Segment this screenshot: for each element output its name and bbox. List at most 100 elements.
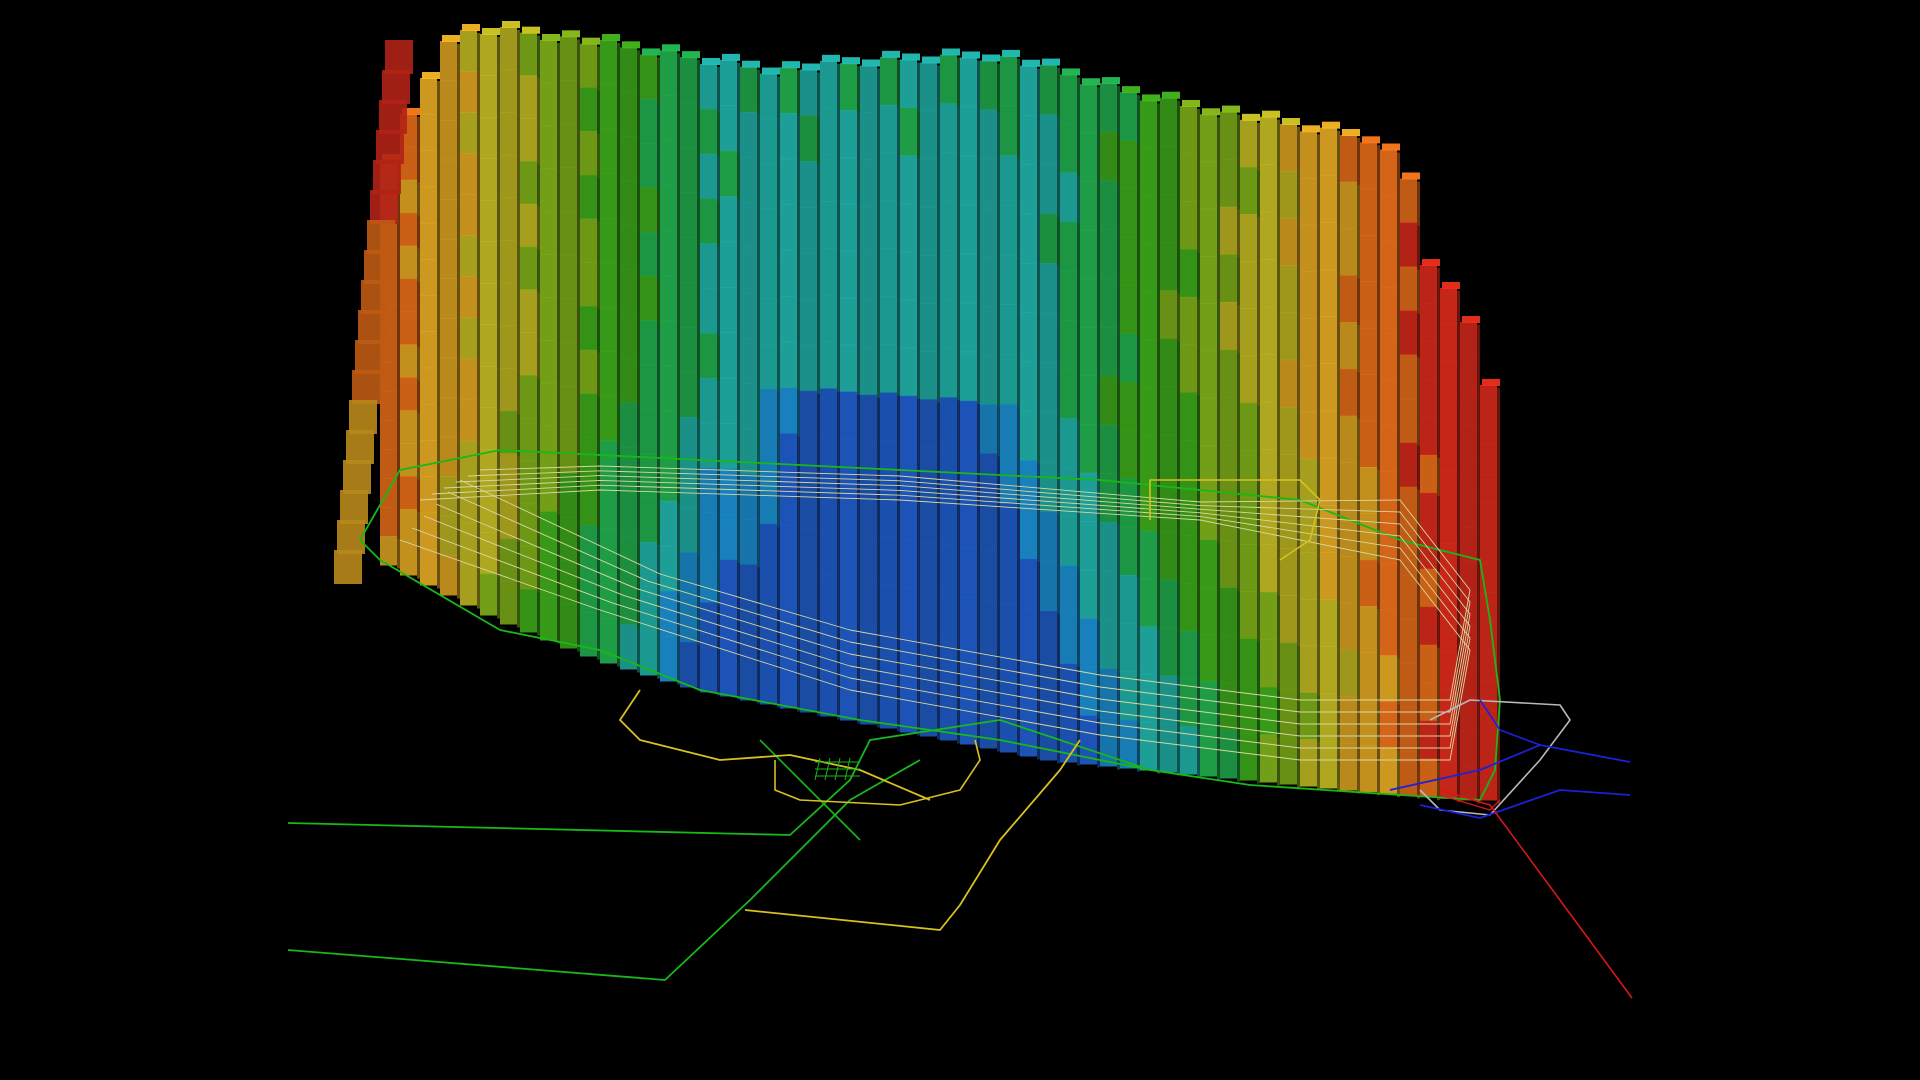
block-side	[977, 207, 980, 258]
block-face	[600, 618, 617, 664]
block-face	[1280, 642, 1297, 691]
block-face	[1460, 424, 1477, 460]
block-side	[1117, 427, 1120, 477]
block-face	[420, 403, 437, 441]
block-side	[1137, 336, 1140, 386]
block-side	[757, 522, 760, 568]
block-face	[540, 40, 557, 84]
block-side	[777, 571, 780, 618]
block-side	[1197, 681, 1200, 730]
block-face	[1080, 569, 1097, 619]
block-face	[800, 482, 817, 529]
block-side	[1357, 138, 1360, 186]
block-face	[980, 453, 997, 503]
block-face	[740, 654, 757, 701]
block-side	[597, 352, 600, 398]
block-side	[517, 541, 520, 585]
block-side	[697, 555, 700, 601]
block-side	[1417, 181, 1420, 227]
block-face	[900, 443, 917, 493]
block-side	[537, 463, 540, 508]
block-side	[877, 256, 880, 305]
block-face	[780, 524, 797, 572]
block-face	[900, 347, 917, 397]
block-side	[1197, 156, 1200, 205]
block-side	[897, 59, 900, 109]
block-face	[640, 409, 657, 454]
block-face	[1120, 285, 1137, 335]
block-face	[440, 278, 457, 319]
block-side	[817, 623, 820, 670]
block-face	[520, 203, 537, 248]
block-side	[1377, 238, 1380, 285]
block-face	[680, 282, 697, 328]
block-model-scene[interactable]	[0, 0, 1920, 1080]
block-side	[497, 369, 500, 411]
block-side	[437, 298, 440, 335]
block-face	[1320, 269, 1337, 317]
block-side	[1237, 685, 1240, 734]
block-face	[1400, 486, 1417, 532]
block-top	[942, 48, 960, 56]
block-side	[1157, 581, 1160, 631]
block-face	[780, 158, 797, 205]
block-face	[1420, 682, 1437, 722]
block-side	[717, 650, 720, 696]
block-side	[1217, 731, 1220, 780]
block-side	[1377, 470, 1380, 517]
block-side	[397, 365, 400, 395]
block-side	[1077, 126, 1080, 177]
block-side	[757, 69, 760, 116]
block-face	[1060, 172, 1077, 223]
block-side	[1037, 315, 1040, 366]
block-side	[837, 625, 840, 673]
block-side	[957, 204, 960, 254]
block-face	[1060, 565, 1077, 616]
block-face	[1100, 278, 1117, 328]
block-face	[376, 130, 404, 164]
block-side	[1077, 77, 1080, 128]
block-side	[557, 171, 560, 215]
block-face	[1320, 363, 1337, 412]
block-face	[520, 375, 537, 419]
block-side	[657, 279, 660, 324]
block-face	[700, 243, 717, 289]
block-side	[1357, 652, 1360, 700]
block-face	[600, 396, 617, 441]
block-top	[1142, 94, 1160, 102]
block-face	[1240, 449, 1257, 498]
block-face	[760, 118, 777, 165]
block-side	[1237, 162, 1240, 211]
block-side	[1397, 198, 1400, 245]
block-side	[1377, 330, 1380, 378]
block-side	[1277, 499, 1280, 548]
block-side	[857, 206, 860, 255]
block-side	[1057, 266, 1060, 317]
block-face	[620, 136, 637, 182]
block-side	[1337, 130, 1340, 179]
block-face	[1400, 354, 1417, 400]
block-face	[1280, 595, 1297, 644]
block-face	[500, 69, 517, 113]
block-face	[1020, 460, 1037, 510]
block-face	[1420, 568, 1437, 608]
block-face	[400, 212, 417, 247]
block-face	[1140, 530, 1157, 580]
block-face	[820, 294, 837, 343]
block-face	[1220, 206, 1237, 255]
block-face	[1460, 697, 1477, 733]
block-face	[1260, 259, 1277, 308]
block-face	[540, 597, 557, 641]
block-face	[1400, 398, 1417, 444]
block-side	[437, 479, 440, 517]
block-side	[1257, 688, 1260, 737]
block-face	[560, 254, 577, 299]
3d-viewport[interactable]	[0, 0, 1920, 1080]
block-face	[1160, 531, 1177, 580]
block-side	[477, 33, 480, 75]
block-top	[542, 34, 560, 41]
block-face	[500, 581, 517, 625]
block-face	[1200, 539, 1217, 588]
block-face	[900, 299, 917, 349]
block-side	[517, 499, 520, 543]
